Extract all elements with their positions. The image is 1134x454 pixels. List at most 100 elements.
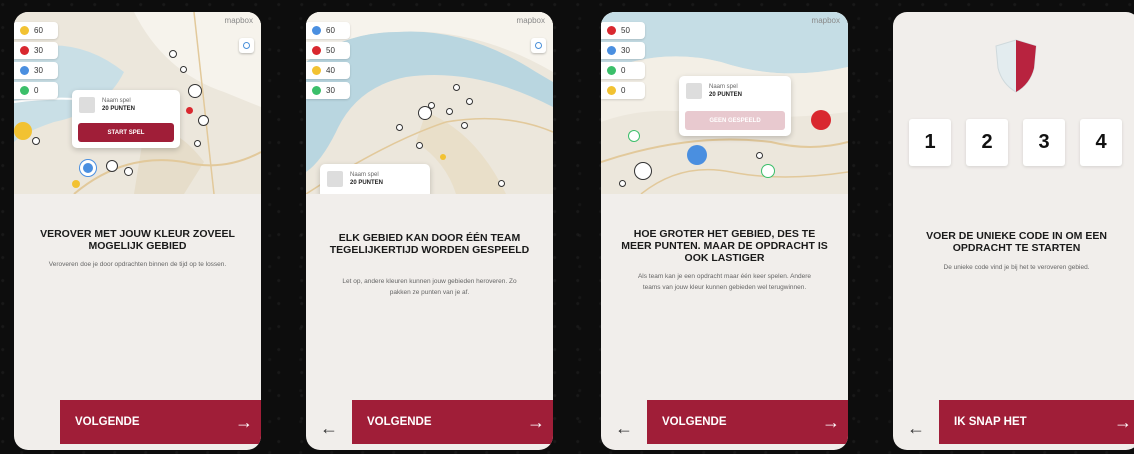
- legend-item: 0: [601, 82, 645, 99]
- mapbox-attribution[interactable]: mapbox: [517, 16, 545, 25]
- onboarding-screen-1: mapbox 60 30 30 0 Naam spel 20 PUNTEN ST…: [14, 12, 261, 450]
- already-played-button[interactable]: GEEN GESPEELD: [685, 111, 785, 130]
- area-marker[interactable]: [416, 142, 423, 149]
- next-button[interactable]: VOLGENDE →: [352, 400, 553, 444]
- green-team-dot: [312, 86, 321, 95]
- got-it-button[interactable]: IK SNAP HET →: [939, 400, 1134, 444]
- area-marker[interactable]: [498, 180, 505, 187]
- game-thumbnail: [686, 83, 702, 99]
- map-view[interactable]: mapbox 60 30 30 0 Naam spel 20 PUNTEN ST…: [14, 12, 261, 194]
- next-button-label: VOLGENDE: [75, 416, 140, 428]
- legend-item: 0: [601, 62, 645, 79]
- area-marker[interactable]: [440, 154, 446, 160]
- back-button[interactable]: ←: [893, 406, 939, 450]
- code-input[interactable]: 1 2 3 4: [909, 119, 1134, 166]
- area-marker[interactable]: [80, 160, 96, 176]
- area-marker[interactable]: [761, 164, 775, 178]
- area-marker[interactable]: [72, 180, 80, 188]
- next-button[interactable]: VOLGENDE →: [60, 400, 261, 444]
- legend-score: 0: [621, 66, 626, 75]
- area-marker[interactable]: [634, 162, 652, 180]
- next-button-label: VOLGENDE: [367, 416, 432, 428]
- onboarding-screen-3: mapbox 50 30 0 0 Naam spel 20 PUNTEN GEE…: [601, 12, 848, 450]
- area-marker[interactable]: [188, 84, 202, 98]
- area-marker[interactable]: [180, 66, 187, 73]
- area-popup[interactable]: Naam spel 20 PUNTEN GEEN GESPEELD: [679, 76, 791, 136]
- legend-item: 50: [306, 42, 350, 59]
- area-marker[interactable]: [124, 167, 133, 176]
- area-marker[interactable]: [466, 98, 473, 105]
- arrow-right-icon: →: [527, 411, 545, 432]
- arrow-left-icon: ←: [907, 417, 925, 438]
- red-team-dot: [607, 26, 616, 35]
- screen-title: HOE GROTER HET GEBIED, DES TE MEER PUNTE…: [621, 228, 828, 264]
- legend-score: 0: [34, 86, 39, 95]
- locate-icon[interactable]: [531, 38, 546, 53]
- start-game-button[interactable]: START SPEL: [78, 123, 174, 142]
- screen-description: Veroveren doe je door opdrachten binnen …: [48, 261, 227, 268]
- area-marker[interactable]: [14, 122, 32, 140]
- area-marker[interactable]: [106, 160, 118, 172]
- area-marker[interactable]: [32, 137, 40, 145]
- legend-item: 30: [14, 62, 58, 79]
- area-marker[interactable]: [619, 180, 626, 187]
- area-marker[interactable]: [628, 130, 640, 142]
- legend-score: 30: [34, 66, 43, 75]
- map-view[interactable]: mapbox 50 30 0 0 Naam spel 20 PUNTEN GEE…: [601, 12, 848, 194]
- code-digit-box[interactable]: 1: [909, 119, 951, 166]
- game-thumbnail: [327, 171, 343, 187]
- legend-score: 0: [621, 86, 626, 95]
- bottom-navigation: ← IK SNAP HET →: [893, 398, 1134, 450]
- area-popup[interactable]: Naam spel 20 PUNTEN START SPEL: [72, 90, 180, 148]
- code-digit-box[interactable]: 2: [966, 119, 1008, 166]
- popup-points: 20 PUNTEN: [709, 92, 743, 98]
- popup-points: 20 PUNTEN: [350, 180, 384, 186]
- arrow-right-icon: →: [235, 411, 253, 432]
- code-digit-box[interactable]: 4: [1080, 119, 1122, 166]
- area-marker[interactable]: [186, 107, 193, 114]
- legend-item: 30: [306, 82, 350, 99]
- area-marker[interactable]: [453, 84, 460, 91]
- mapbox-attribution[interactable]: mapbox: [812, 16, 840, 25]
- green-team-dot: [607, 66, 616, 75]
- legend-score: 30: [326, 86, 335, 95]
- area-marker[interactable]: [461, 122, 468, 129]
- area-marker[interactable]: [756, 152, 763, 159]
- next-button[interactable]: VOLGENDE →: [647, 400, 848, 444]
- back-button[interactable]: ←: [306, 406, 352, 450]
- legend-item: 40: [306, 62, 350, 79]
- locate-icon[interactable]: [239, 38, 254, 53]
- area-marker[interactable]: [169, 50, 177, 58]
- screen-title: ELK GEBIED KAN DOOR ÉÉN TEAM TEGELIJKERT…: [329, 232, 530, 256]
- legend-score: 60: [326, 26, 335, 35]
- legend-score: 60: [34, 26, 43, 35]
- red-team-dot: [20, 46, 29, 55]
- blue-team-dot: [607, 46, 616, 55]
- arrow-left-icon: ←: [320, 417, 338, 438]
- game-thumbnail: [79, 97, 95, 113]
- screen-description: Als team kan je een opdracht maar één ke…: [637, 273, 812, 291]
- screen-title: VEROVER MET JOUW KLEUR ZOVEEL MOGELIJK G…: [40, 228, 235, 252]
- area-marker[interactable]: [194, 140, 201, 147]
- popup-game-name: Naam spel: [350, 172, 379, 178]
- mapbox-attribution[interactable]: mapbox: [225, 16, 253, 25]
- code-digit-box[interactable]: 3: [1023, 119, 1065, 166]
- area-marker[interactable]: [198, 115, 209, 126]
- area-marker[interactable]: [418, 106, 432, 120]
- red-team-dot: [312, 46, 321, 55]
- legend-item: 0: [14, 82, 58, 99]
- yellow-team-dot: [20, 26, 29, 35]
- back-button[interactable]: ←: [601, 406, 647, 450]
- area-popup[interactable]: Naam spel 20 PUNTEN: [320, 164, 430, 194]
- blue-team-dot: [312, 26, 321, 35]
- area-marker[interactable]: [396, 124, 403, 131]
- legend-score: 50: [326, 46, 335, 55]
- screen-description: De unieke code vind je bij het te verove…: [943, 264, 1090, 271]
- area-marker[interactable]: [811, 110, 831, 130]
- legend-item: 60: [14, 22, 58, 39]
- area-marker[interactable]: [446, 108, 453, 115]
- blue-team-dot: [20, 66, 29, 75]
- map-view[interactable]: mapbox 60 50 40 30 Naam spel 20 PUNTEN: [306, 12, 553, 194]
- area-marker[interactable]: [687, 145, 707, 165]
- screen-title: VOER DE UNIEKE CODE IN OM EEN OPDRACHT T…: [926, 230, 1107, 254]
